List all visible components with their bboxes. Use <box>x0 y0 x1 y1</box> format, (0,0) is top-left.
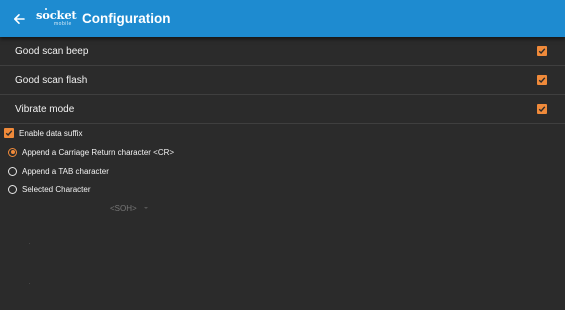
pref-good-scan-beep[interactable]: Good scan beep <box>0 37 565 66</box>
good-scan-beep-checkbox[interactable] <box>537 46 547 56</box>
good-scan-flash-checkbox[interactable] <box>537 75 547 85</box>
arrow-left-icon <box>14 13 25 24</box>
back-button[interactable] <box>10 10 28 28</box>
checkmark-icon <box>538 106 546 113</box>
enable-data-suffix-row[interactable]: Enable data suffix <box>4 127 82 139</box>
character-select[interactable]: <SOH> <box>110 202 148 214</box>
checkmark-icon <box>5 130 13 137</box>
radio-button-selected[interactable] <box>8 147 17 157</box>
radio-label: Append a TAB character <box>22 166 109 176</box>
dropdown-arrow-icon <box>143 207 148 209</box>
radio-button[interactable] <box>8 184 17 194</box>
artifact-speck <box>29 243 30 244</box>
enable-data-suffix-checkbox[interactable] <box>4 128 14 138</box>
pref-label: Good scan beep <box>15 45 89 57</box>
logo-wordmark: socket <box>36 7 77 22</box>
checkmark-icon <box>538 48 546 55</box>
vibrate-mode-checkbox[interactable] <box>537 104 547 114</box>
character-select-value: <SOH> <box>110 203 137 213</box>
page-title: Configuration <box>82 11 171 26</box>
pref-good-scan-flash[interactable]: Good scan flash <box>0 66 565 95</box>
pref-label: Vibrate mode <box>15 103 75 115</box>
pref-vibrate-mode[interactable]: Vibrate mode <box>0 95 565 124</box>
enable-data-suffix-label: Enable data suffix <box>19 128 83 138</box>
logo-subtext: mobile <box>54 20 72 27</box>
radio-label: Selected Character <box>22 184 91 194</box>
radio-option-selected-character[interactable]: Selected Character <box>8 182 90 196</box>
artifact-speck <box>29 283 30 284</box>
radio-option-carriage-return[interactable]: Append a Carriage Return character <CR> <box>8 145 174 159</box>
app-bar: socket mobile Configuration <box>0 0 565 37</box>
radio-option-tab[interactable]: Append a TAB character <box>8 164 109 178</box>
checkmark-icon <box>538 77 546 84</box>
pref-label: Good scan flash <box>15 74 88 86</box>
socket-mobile-logo: socket mobile <box>36 6 78 32</box>
radio-label: Append a Carriage Return character <CR> <box>22 147 175 157</box>
radio-button[interactable] <box>8 166 17 176</box>
